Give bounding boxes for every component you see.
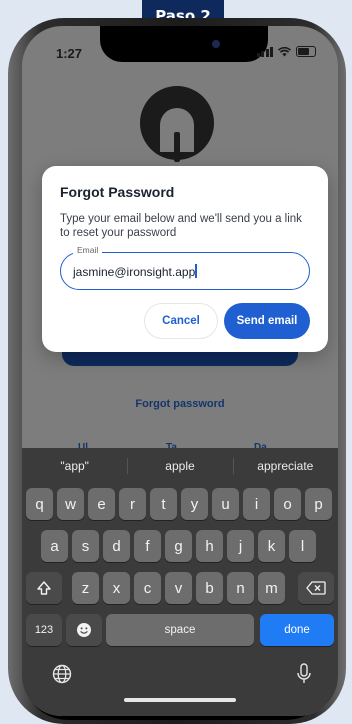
key-u[interactable]: u: [212, 488, 239, 520]
suggestion-item[interactable]: "app": [22, 454, 127, 478]
cellular-signal-icon: [256, 46, 273, 57]
text-caret: [195, 264, 197, 278]
key-g[interactable]: g: [165, 530, 192, 562]
key-m[interactable]: m: [258, 572, 285, 604]
backspace-icon: [306, 581, 326, 595]
suggestion-item[interactable]: apple: [127, 454, 232, 478]
key-n[interactable]: n: [227, 572, 254, 604]
emoji-key[interactable]: [66, 614, 102, 646]
key-z[interactable]: z: [72, 572, 99, 604]
key-d[interactable]: d: [103, 530, 130, 562]
emoji-icon: [77, 623, 91, 637]
key-s[interactable]: s: [72, 530, 99, 562]
key-a[interactable]: a: [41, 530, 68, 562]
send-email-button[interactable]: Send email: [224, 303, 310, 339]
battery-icon: [296, 46, 316, 57]
microphone-icon[interactable]: [296, 663, 312, 685]
key-c[interactable]: c: [134, 572, 161, 604]
suggestion-item[interactable]: appreciate: [232, 454, 338, 478]
key-x[interactable]: x: [103, 572, 130, 604]
forgot-password-link[interactable]: Forgot password: [22, 398, 338, 410]
email-field[interactable]: Email jasmine@ironsight.app: [60, 245, 310, 290]
done-key[interactable]: done: [260, 614, 334, 646]
phone-screen: 1:27 Forgot password Ul Ta Da Forgot Pas…: [22, 26, 338, 716]
key-h[interactable]: h: [196, 530, 223, 562]
key-v[interactable]: v: [165, 572, 192, 604]
key-f[interactable]: f: [134, 530, 161, 562]
email-label: Email: [73, 245, 103, 255]
status-time: 1:27: [56, 46, 83, 61]
key-t[interactable]: t: [150, 488, 177, 520]
key-l[interactable]: l: [289, 530, 316, 562]
key-q[interactable]: q: [26, 488, 53, 520]
numbers-key[interactable]: 123: [26, 614, 62, 646]
email-input[interactable]: jasmine@ironsight.app: [73, 264, 197, 279]
key-j[interactable]: j: [227, 530, 254, 562]
key-p[interactable]: p: [305, 488, 332, 520]
key-r[interactable]: r: [119, 488, 146, 520]
key-y[interactable]: y: [181, 488, 208, 520]
wifi-icon: [278, 46, 291, 56]
key-o[interactable]: o: [274, 488, 301, 520]
shift-icon: [37, 581, 51, 595]
dialog-description: Type your email below and we'll send you…: [60, 213, 302, 239]
keyboard: "app" apple appreciate q w e r t y u i o…: [22, 448, 338, 716]
home-indicator: [124, 698, 236, 702]
dialog-title: Forgot Password: [60, 184, 175, 200]
globe-icon[interactable]: [52, 664, 72, 684]
key-b[interactable]: b: [196, 572, 223, 604]
key-w[interactable]: w: [57, 488, 84, 520]
suggestion-bar: "app" apple appreciate: [22, 454, 338, 478]
key-i[interactable]: i: [243, 488, 270, 520]
key-e[interactable]: e: [88, 488, 115, 520]
key-k[interactable]: k: [258, 530, 285, 562]
notch: [100, 26, 268, 62]
forgot-password-dialog: Forgot Password Type your email below an…: [42, 166, 328, 352]
status-icons: [256, 46, 316, 57]
space-key[interactable]: space: [106, 614, 254, 646]
app-logo: [140, 86, 214, 162]
shift-key[interactable]: [26, 572, 62, 604]
cancel-button[interactable]: Cancel: [144, 303, 218, 339]
backspace-key[interactable]: [298, 572, 334, 604]
